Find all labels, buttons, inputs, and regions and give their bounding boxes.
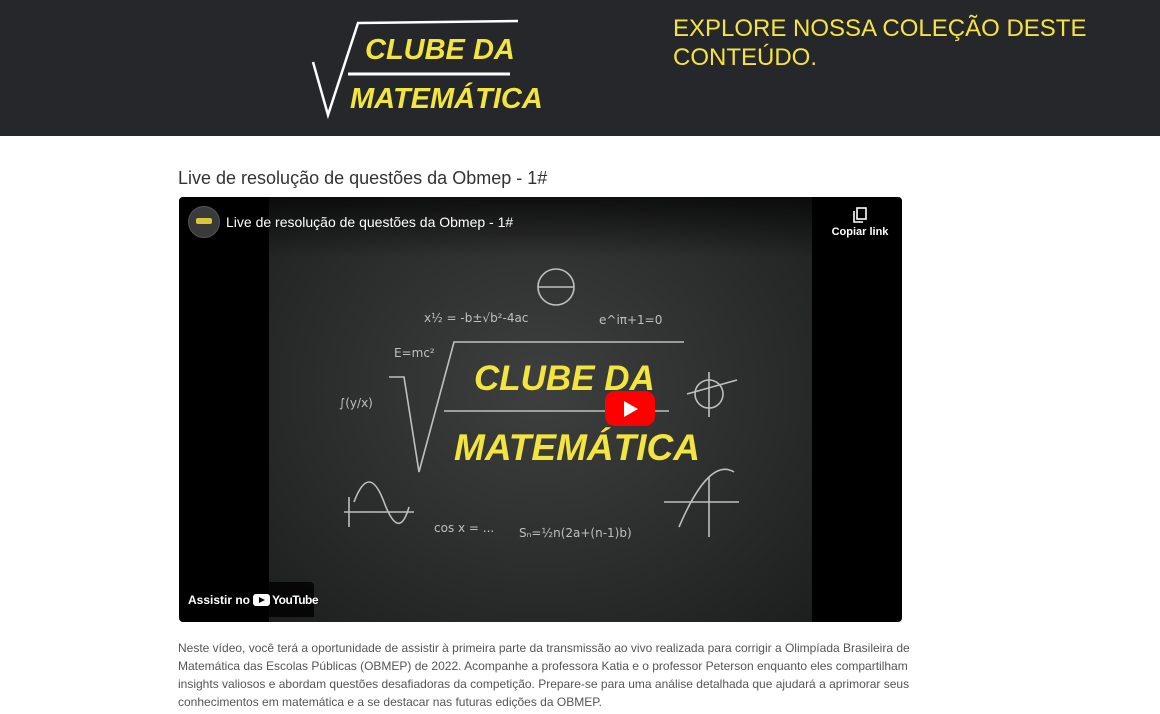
thumbnail-title-line2: MATEMÁTICA [454, 427, 700, 468]
svg-text:x½ = -b±√b²-4ac: x½ = -b±√b²-4ac [424, 311, 528, 325]
site-header: CLUBE DA MATEMÁTICA EXPLORE NOSSA COLEÇÃ… [0, 0, 1160, 136]
video-embed[interactable]: x½ = -b±√b²-4ac e^iπ+1=0 E=mc² ∫(y/x) Sₙ… [179, 197, 902, 622]
youtube-icon [253, 594, 270, 606]
video-description: Neste vídeo, você terá a oportunidade de… [178, 641, 910, 709]
watch-on-youtube-button[interactable]: Assistir no YouTube [179, 582, 319, 617]
youtube-wordmark: YouTube [272, 593, 319, 607]
play-button[interactable] [605, 391, 655, 426]
svg-text:cos x = ...: cos x = ... [434, 521, 494, 535]
copy-link-button[interactable]: Copiar link [827, 207, 893, 238]
youtube-logo: YouTube [253, 592, 319, 608]
site-logo[interactable]: CLUBE DA MATEMÁTICA [310, 18, 543, 120]
svg-text:E=mc²: E=mc² [394, 346, 435, 360]
copy-icon [853, 207, 867, 223]
video-thumbnail[interactable]: x½ = -b±√b²-4ac e^iπ+1=0 E=mc² ∫(y/x) Sₙ… [269, 197, 812, 622]
logo-text-line2: MATEMÁTICA [350, 83, 543, 115]
copy-link-label: Copiar link [831, 226, 889, 238]
svg-text:e^iπ+1=0: e^iπ+1=0 [599, 313, 662, 327]
watch-on-label: Assistir no [188, 593, 251, 607]
svg-text:∫(y/x): ∫(y/x) [339, 396, 373, 410]
logo-text-line1: CLUBE DA [365, 34, 515, 66]
page-title: Live de resolução de questões da Obmep -… [178, 168, 548, 188]
video-title-link[interactable]: Live de resolução de questões da Obmep -… [226, 214, 513, 230]
channel-avatar[interactable] [188, 206, 220, 238]
chalkboard-doodles: x½ = -b±√b²-4ac e^iπ+1=0 E=mc² ∫(y/x) Sₙ… [339, 268, 739, 540]
svg-text:Sₙ=½n(2a+(n-1)b): Sₙ=½n(2a+(n-1)b) [519, 526, 632, 540]
header-tagline[interactable]: EXPLORE NOSSA COLEÇÃO DESTE CONTEÚDO. [673, 14, 1113, 72]
